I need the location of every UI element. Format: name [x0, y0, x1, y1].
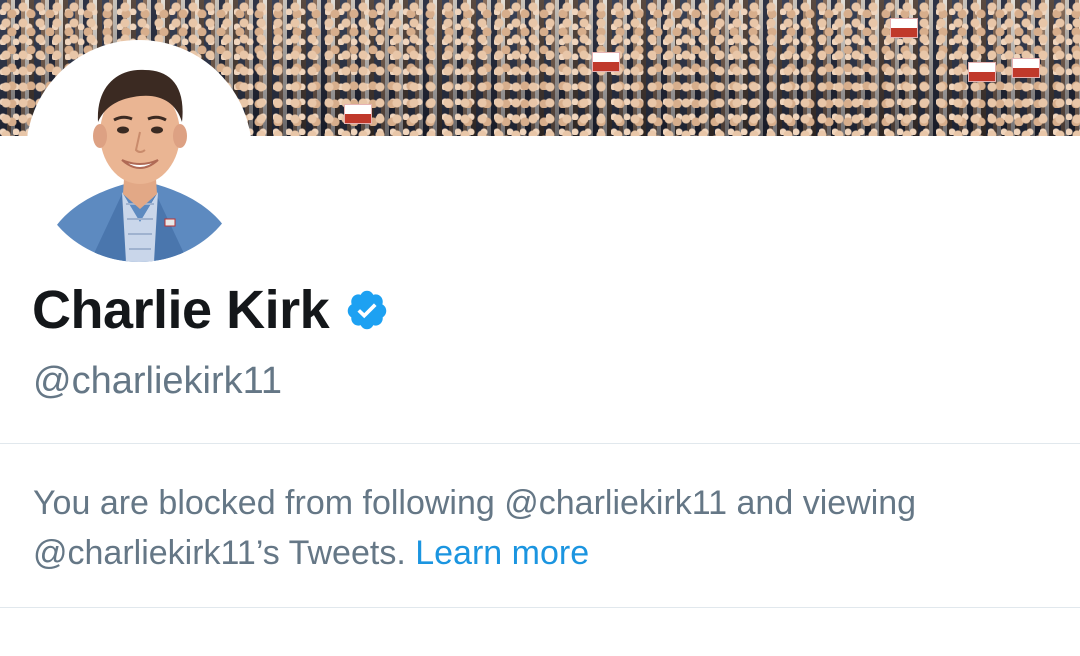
profile-handle: @charliekirk11 [33, 360, 283, 402]
banner-sign [890, 18, 918, 38]
divider-bottom [0, 607, 1080, 608]
banner-sign [1012, 58, 1040, 78]
verified-badge-icon [345, 288, 389, 332]
banner-sign [344, 104, 372, 124]
banner-sign [968, 62, 996, 82]
blocked-notice: You are blocked from following @charliek… [33, 478, 1053, 578]
profile-avatar[interactable] [26, 40, 252, 266]
profile-page: Charlie Kirk @charliekirk11 You are bloc… [0, 0, 1080, 656]
verified-badge-icon-shape [347, 290, 387, 330]
learn-more-link[interactable]: Learn more [415, 534, 589, 572]
profile-display-name: Charlie Kirk [32, 280, 330, 340]
avatar-photo [30, 44, 248, 262]
profile-name-row: Charlie Kirk [32, 277, 389, 343]
divider-top [0, 443, 1080, 444]
banner-sign [592, 52, 620, 72]
avatar-portrait [30, 44, 248, 262]
